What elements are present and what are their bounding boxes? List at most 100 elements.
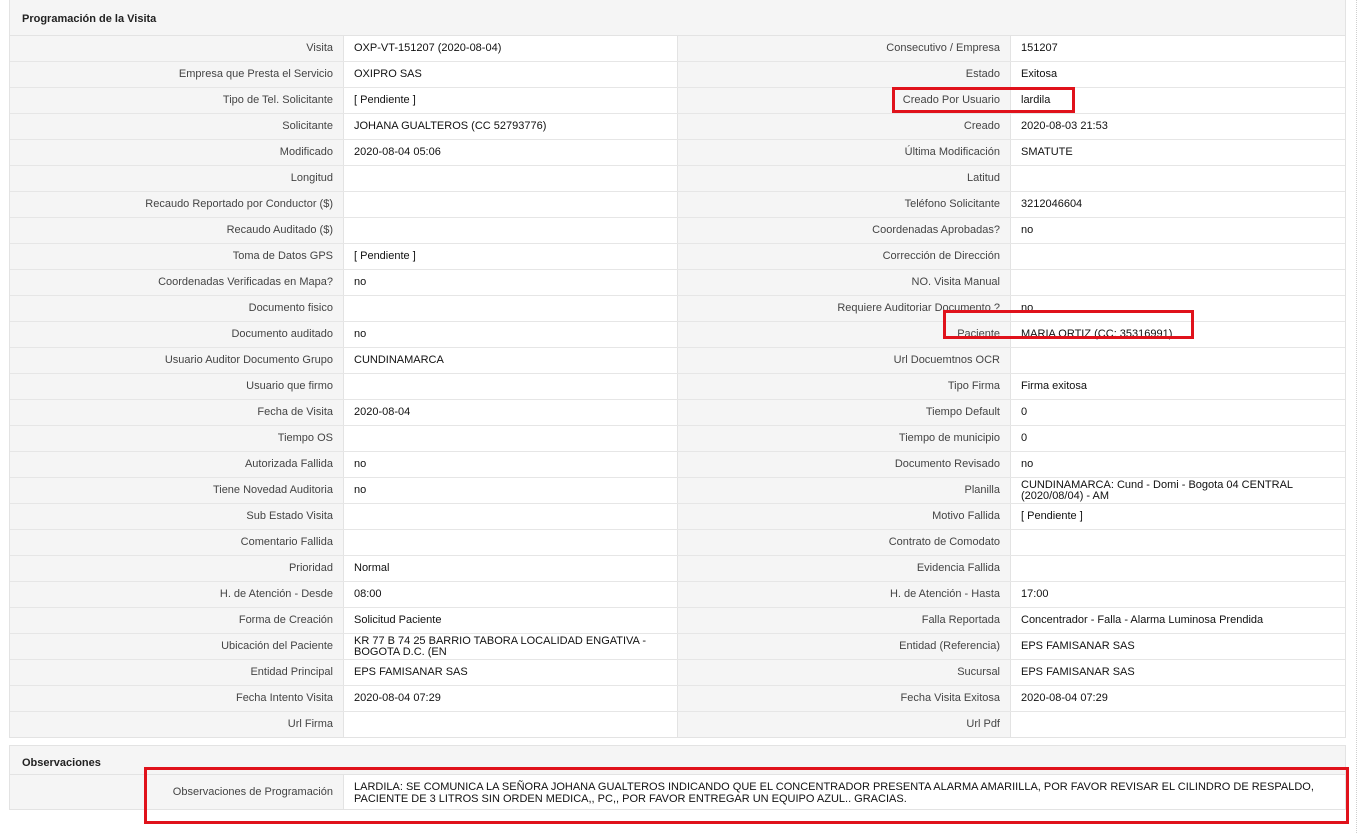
field-value: no [1011,218,1345,243]
field-label: Fecha de Visita [10,400,344,425]
field-label: Tiempo Default [677,400,1011,425]
info-row: Tiempo OS Tiempo de municipio 0 [10,426,1345,452]
field-value: Normal [344,556,677,581]
field-value: OXIPRO SAS [344,62,677,87]
field-label: Solicitante [10,114,344,139]
field-label: Entidad Principal [10,660,344,685]
field-value: EPS FAMISANAR SAS [344,660,677,685]
field-label: H. de Atención - Hasta [677,582,1011,607]
info-row: Usuario Auditor Documento Grupo CUNDINAMA… [10,348,1345,374]
field-label: H. de Atención - Desde [10,582,344,607]
field-label: Latitud [677,166,1011,191]
field-label: Fecha Visita Exitosa [677,686,1011,711]
info-row: Tiene Novedad Auditoria no Planilla CUNDIN… [10,478,1345,504]
field-label: Tiempo de municipio [677,426,1011,451]
field-label: Tipo Firma [677,374,1011,399]
field-label: Tiempo OS [10,426,344,451]
field-label: Fecha Intento Visita [10,686,344,711]
field-value: 08:00 [344,582,677,607]
field-label: Comentario Fallida [10,530,344,555]
field-value: no [344,478,677,503]
field-value: 2020-08-04 05:06 [344,140,677,165]
info-row: Modificado 2020-08-04 05:06 Última Modific… [10,140,1345,166]
field-value: EPS FAMISANAR SAS [1011,634,1345,659]
field-value: [ Pendiente ] [344,244,677,269]
field-label: Autorizada Fallida [10,452,344,477]
field-value: KR 77 B 74 25 BARRIO TABORA LOCALIDAD EN… [344,634,677,659]
field-value [1011,712,1345,737]
info-row: Entidad Principal EPS FAMISANAR SAS Sucurs… [10,660,1345,686]
field-value [1011,166,1345,191]
info-row: Fecha Intento Visita 2020-08-04 07:29 Fec… [10,686,1345,712]
info-row: Recaudo Reportado por Conductor ($) Teléf… [10,192,1345,218]
field-label: Falla Reportada [677,608,1011,633]
field-label: Creado [677,114,1011,139]
field-label: Url Docuemtnos OCR [677,348,1011,373]
field-value: Firma exitosa [1011,374,1345,399]
field-label: Longitud [10,166,344,191]
field-value [344,504,677,529]
field-label: Documento fisico [10,296,344,321]
highlight-paciente [943,310,1194,339]
info-row: Usuario que firmo Tipo Firma Firma exitosa [10,374,1345,400]
field-value: 151207 [1011,36,1345,61]
field-label: Recaudo Auditado ($) [10,218,344,243]
field-value: no [344,322,677,347]
info-row: Visita OXP-VT-151207 (2020-08-04) Consecut… [10,36,1345,62]
field-value: SMATUTE [1011,140,1345,165]
info-row: Tipo de Tel. Solicitante[ Pendiente ] Cre… [10,88,1345,114]
field-value: 2020-08-04 [344,400,677,425]
field-label: Planilla [677,478,1011,503]
field-value [344,374,677,399]
field-label: Corrección de Dirección [677,244,1011,269]
field-value [344,192,677,217]
field-label: Coordenadas Aprobadas? [677,218,1011,243]
field-value: no [1011,452,1345,477]
field-label: Consecutivo / Empresa [677,36,1011,61]
info-row: Longitud Latitud [10,166,1345,192]
field-value: OXP-VT-151207 (2020-08-04) [344,36,677,61]
info-row: Coordenadas Verificadas en Mapa? no NO. V… [10,270,1345,296]
field-label: Modificado [10,140,344,165]
field-label: Última Modificación [677,140,1011,165]
field-value [1011,270,1345,295]
field-value: no [344,270,677,295]
field-value: Concentrador - Falla - Alarma Luminosa P… [1011,608,1345,633]
field-value: [ Pendiente ] [344,88,677,113]
field-label: Tiene Novedad Auditoria [10,478,344,503]
field-label: Tipo de Tel. Solicitante [10,88,344,113]
field-value [1011,244,1345,269]
field-label: Sub Estado Visita [10,504,344,529]
info-row: Comentario Fallida Contrato de Comodato [10,530,1345,556]
field-value: 2020-08-04 07:29 [344,686,677,711]
field-value: Exitosa [1011,62,1345,87]
programacion-panel: Programación de la Visita Visita OXP-VT-1… [9,0,1346,738]
field-value: 17:00 [1011,582,1345,607]
programacion-title: Programación de la Visita [10,0,1345,36]
field-label: NO. Visita Manual [677,270,1011,295]
field-label: Entidad (Referencia) [677,634,1011,659]
field-value: EPS FAMISANAR SAS [1011,660,1345,685]
field-label: Url Pdf [677,712,1011,737]
field-value [344,166,677,191]
field-value: 2020-08-03 21:53 [1011,114,1345,139]
info-row: Forma de Creación Solicitud Paciente Falla… [10,608,1345,634]
field-label: Empresa que Presta el Servicio [10,62,344,87]
highlight-observaciones [144,767,1349,824]
info-row: Prioridad Normal Evidencia Fallida [10,556,1345,582]
field-label: Contrato de Comodato [677,530,1011,555]
field-label: Recaudo Reportado por Conductor ($) [10,192,344,217]
field-value [344,218,677,243]
info-row: Solicitante JOHANA GUALTEROS (CC 52793776… [10,114,1345,140]
field-value [344,530,677,555]
field-label: Usuario que firmo [10,374,344,399]
field-label: Visita [10,36,344,61]
field-label: Evidencia Fallida [677,556,1011,581]
field-label: Coordenadas Verificadas en Mapa? [10,270,344,295]
page-edge-divider [1356,0,1357,833]
field-value: Solicitud Paciente [344,608,677,633]
field-label: Forma de Creación [10,608,344,633]
field-label: Teléfono Solicitante [677,192,1011,217]
field-label: Usuario Auditor Documento Grupo [10,348,344,373]
field-value: JOHANA GUALTEROS (CC 52793776) [344,114,677,139]
